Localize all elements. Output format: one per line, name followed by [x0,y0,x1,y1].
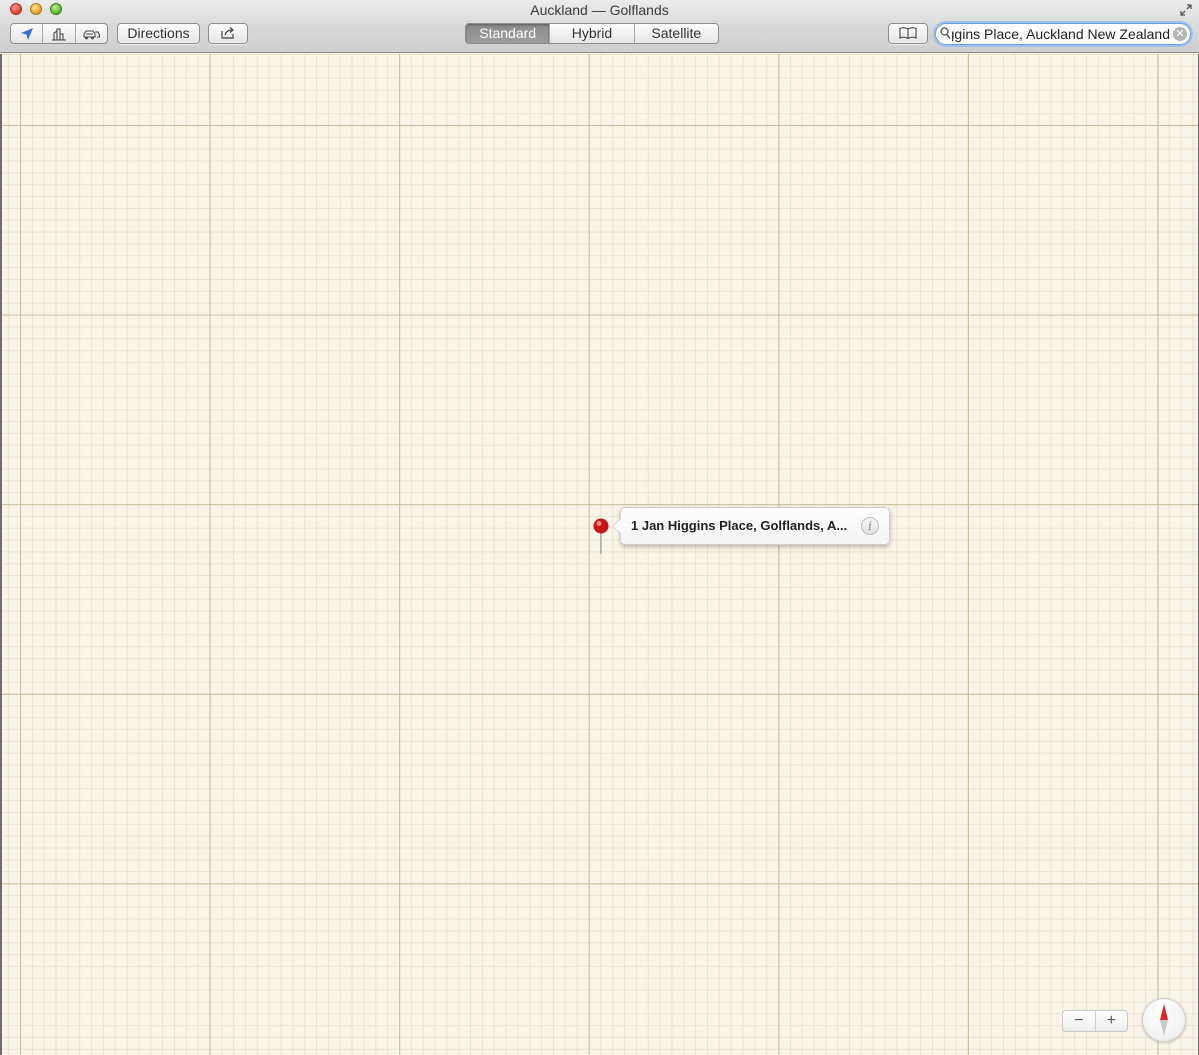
share-button[interactable] [208,23,248,44]
tab-standard[interactable]: Standard [466,24,551,43]
3d-view-button[interactable] [43,24,76,43]
tab-satellite[interactable]: Satellite [635,24,718,43]
tab-hybrid[interactable]: Hybrid [550,24,635,43]
view-controls [10,23,108,44]
location-arrow-icon [20,27,33,40]
bookmarks-button[interactable] [888,23,928,44]
map-type-selector: Standard Hybrid Satellite [465,23,719,44]
traffic-button[interactable] [76,24,107,43]
3d-buildings-icon [51,27,66,41]
clear-x-icon: ✕ [1175,28,1185,40]
info-button[interactable]: i [861,517,879,535]
directions-button[interactable]: Directions [117,23,200,44]
clear-search-button[interactable]: ✕ [1173,27,1187,41]
title-toolbar: Auckland — Golflands Directions Standard… [0,0,1199,53]
search-icon [940,27,951,39]
share-icon [221,27,234,39]
pin-callout[interactable]: 1 Jan Higgins Place, Golflands, A... i [612,507,890,545]
zoom-control: − + [1062,1010,1128,1032]
maps-window: Auckland — Golflands Directions Standard… [0,0,1199,1055]
callout-address: 1 Jan Higgins Place, Golflands, A... [631,518,848,533]
search-input[interactable]: 1 Jan Higgins Place, Auckland New Zealan… [952,26,1170,42]
zoom-out-button[interactable]: − [1063,1011,1096,1031]
zoom-in-button[interactable]: + [1096,1011,1128,1031]
bookmarks-book-icon [899,27,917,40]
window-title: Auckland — Golflands [530,2,669,18]
current-location-button[interactable] [11,24,44,43]
search-value: 1 Jan Higgins Place, Auckland New Zealan… [952,26,1170,42]
traffic-car-icon [83,29,101,39]
fullscreen-icon[interactable] [1179,3,1193,17]
location-pin-icon[interactable] [592,518,610,556]
search-field[interactable]: 1 Jan Higgins Place, Auckland New Zealan… [935,23,1191,45]
compass-button[interactable] [1142,998,1186,1042]
info-icon: i [868,519,872,533]
compass-needle-icon [1160,1004,1168,1036]
